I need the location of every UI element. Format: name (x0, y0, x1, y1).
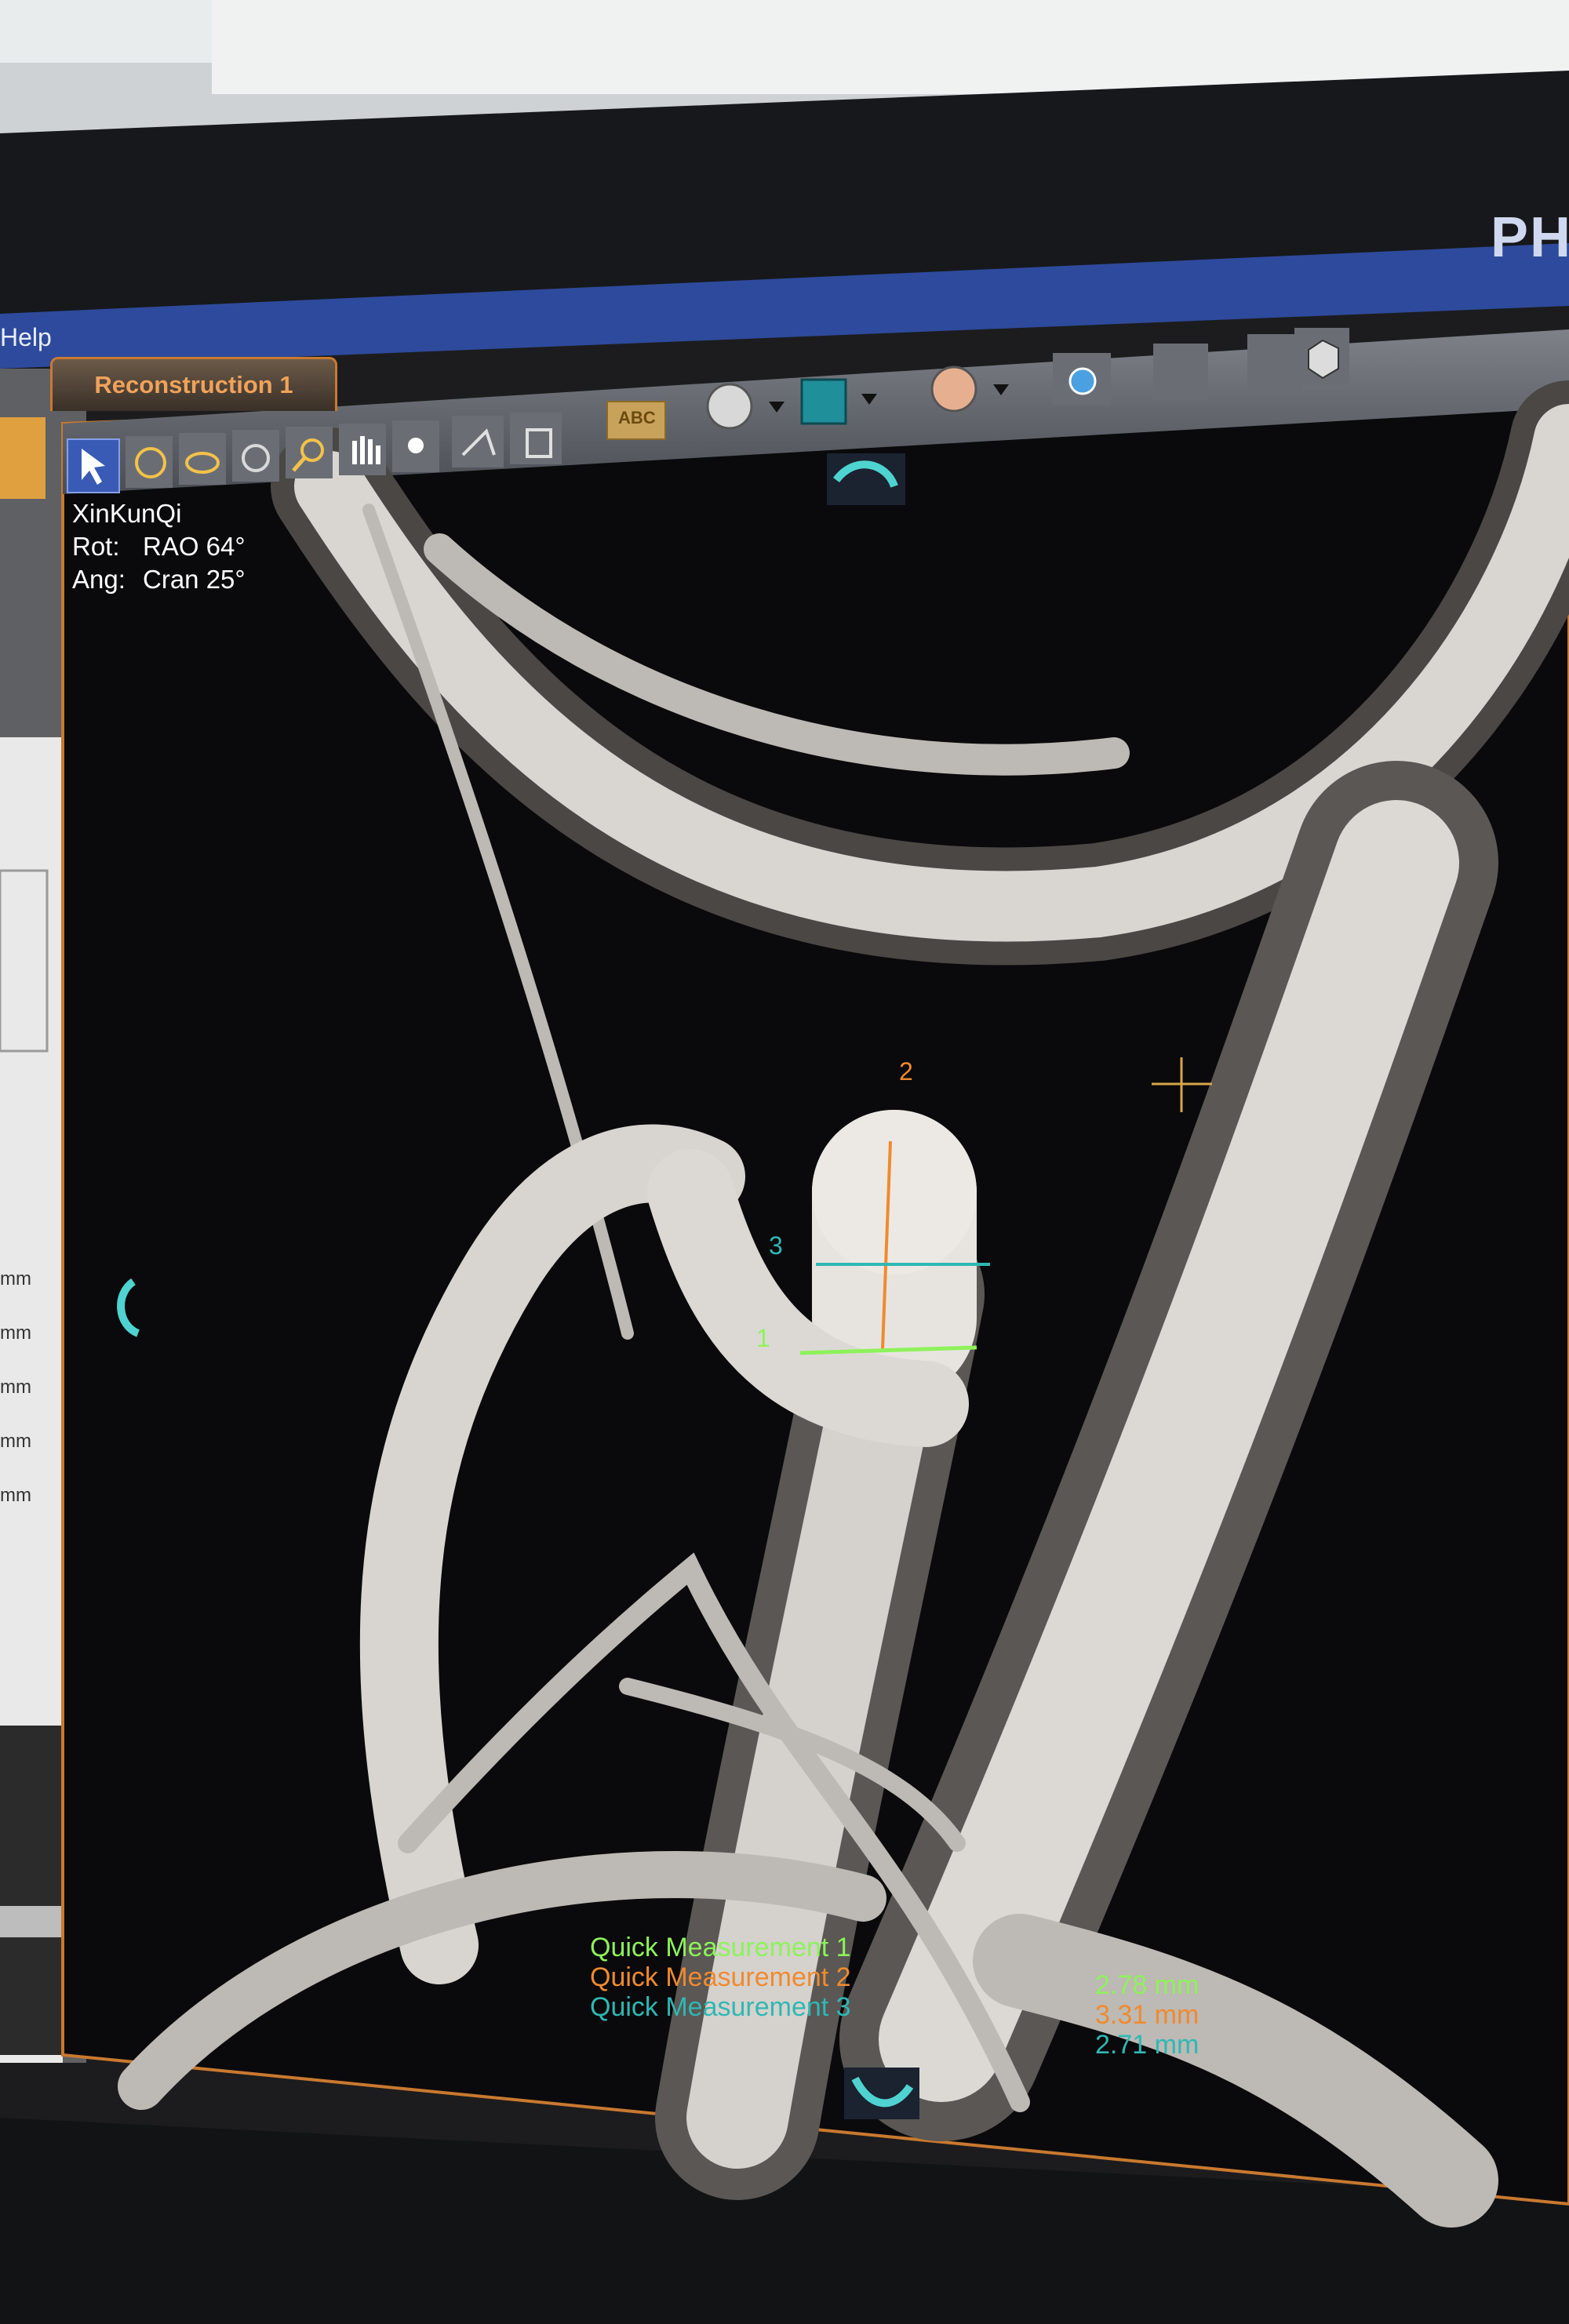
lasso-icon[interactable] (179, 433, 226, 485)
ang-label: Ang: (72, 565, 126, 594)
quick-measurement-1-value: 2.78 mm (1095, 1970, 1200, 2000)
unit-label: mm (0, 1322, 31, 1344)
patient-orientation-icon[interactable] (930, 366, 977, 413)
patient-info-overlay: XinKunQi Rot: RAO 64° Ang: Cran 25° (72, 497, 246, 596)
measurement-values: 2.78 mm 3.31 mm 2.71 mm (1095, 1970, 1199, 2060)
ang-value: Cran 25° (143, 565, 246, 594)
unit-label: mm (0, 1431, 31, 1452)
unit-label: mm (0, 1485, 31, 1506)
color-map-icon[interactable] (800, 378, 847, 425)
brand-logo-text: PH (1491, 206, 1569, 269)
quick-measurement-1-label[interactable]: Quick Measurement 1 (590, 1933, 851, 1962)
annotate-label: ABC (618, 408, 656, 427)
menu-help[interactable]: Help (0, 323, 52, 352)
quick-measurement-2-value: 3.31 mm (1095, 2000, 1200, 2030)
measurement-marker-1: 1 (756, 1324, 770, 1352)
quick-measurement-3-label[interactable]: Quick Measurement 3 (590, 1992, 851, 2022)
unit-label: mm (0, 1268, 31, 1289)
layout-1-icon[interactable] (1153, 344, 1208, 400)
measurement-marker-3: 3 (769, 1231, 783, 1260)
side-collapse-button[interactable] (0, 417, 46, 499)
patient-name: XinKunQi (72, 499, 182, 528)
measurement-list: Quick Measurement 1 Quick Measurement 2 … (590, 1933, 851, 2022)
zoom-icon[interactable] (286, 427, 333, 478)
render-sphere-icon[interactable] (706, 383, 753, 430)
measurement-marker-2: 2 (899, 1057, 913, 1086)
quick-measurement-3-value: 2.71 mm (1095, 2030, 1200, 2060)
rot-label: Rot: (72, 532, 120, 561)
layout-2-icon[interactable] (1247, 334, 1302, 391)
tab-reconstruction-1[interactable]: Reconstruction 1 (50, 357, 337, 411)
rot-value: RAO 64° (143, 532, 246, 561)
quick-measurement-2-label[interactable]: Quick Measurement 2 (590, 1962, 851, 1992)
orbit-icon[interactable] (232, 430, 279, 482)
side-panel-units: mm mm mm mm mm (0, 1252, 31, 1522)
unit-label: mm (0, 1377, 31, 1398)
